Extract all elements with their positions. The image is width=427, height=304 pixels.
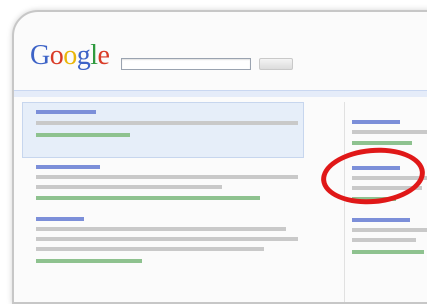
result-title[interactable] [36, 217, 84, 221]
result-snippet [36, 237, 298, 241]
result-title[interactable] [36, 165, 100, 169]
result-snippet [36, 185, 222, 189]
logo-letter: o [63, 40, 77, 71]
logo-letter: l [90, 40, 98, 71]
side-ad-snippet [352, 228, 427, 232]
side-ad-title[interactable] [352, 120, 400, 124]
side-ad-snippet [352, 238, 416, 242]
google-logo[interactable]: Google [30, 40, 110, 72]
sponsored-result-url [36, 133, 130, 137]
search-button[interactable] [259, 58, 293, 70]
search-input[interactable] [121, 58, 251, 70]
result-url [36, 259, 142, 263]
results-bar [14, 91, 427, 97]
logo-letter: G [30, 40, 50, 71]
column-divider [344, 102, 345, 302]
result-url [36, 196, 260, 200]
side-ad-snippet [352, 130, 427, 134]
result-snippet [36, 227, 286, 231]
sponsored-result-title[interactable] [36, 110, 96, 114]
sponsored-result-snippet [36, 121, 298, 125]
logo-letter: o [49, 40, 64, 71]
result-snippet [36, 175, 298, 179]
side-ad-url [352, 250, 424, 254]
logo-letter: g [76, 40, 91, 71]
side-ad-url [352, 141, 412, 145]
side-ad-title[interactable] [352, 218, 410, 222]
logo-letter: e [97, 40, 110, 71]
result-snippet [36, 247, 264, 251]
